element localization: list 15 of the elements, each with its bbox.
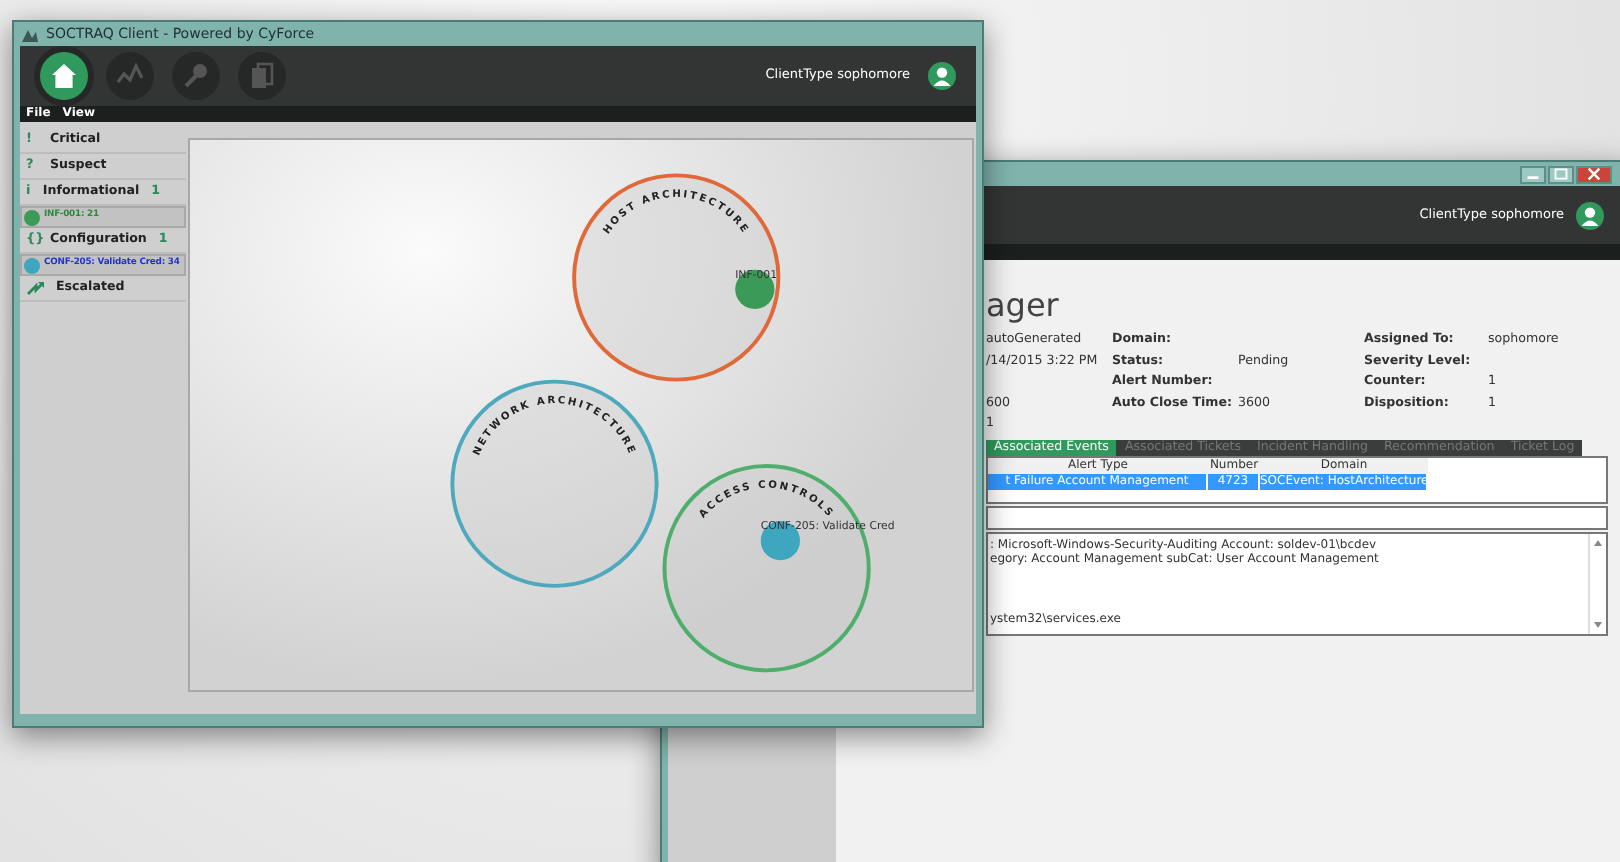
home-icon[interactable]	[48, 60, 80, 92]
scroll-down-icon[interactable]	[1592, 619, 1604, 629]
chart-button[interactable]	[106, 52, 154, 100]
key-icon[interactable]	[180, 60, 212, 92]
input-field[interactable]	[986, 505, 1608, 529]
avatar-icon[interactable]	[1576, 201, 1604, 229]
documents-button[interactable]	[238, 52, 286, 100]
documents-icon[interactable]	[246, 60, 278, 92]
escalate-icon	[26, 280, 44, 296]
scroll-up-icon[interactable]	[1592, 537, 1604, 547]
scrollbar[interactable]	[1588, 533, 1606, 633]
avatar-icon[interactable]	[928, 62, 956, 90]
key-button[interactable]	[172, 52, 220, 100]
home-button[interactable]	[40, 52, 88, 100]
page-heading: ager	[986, 288, 1061, 324]
